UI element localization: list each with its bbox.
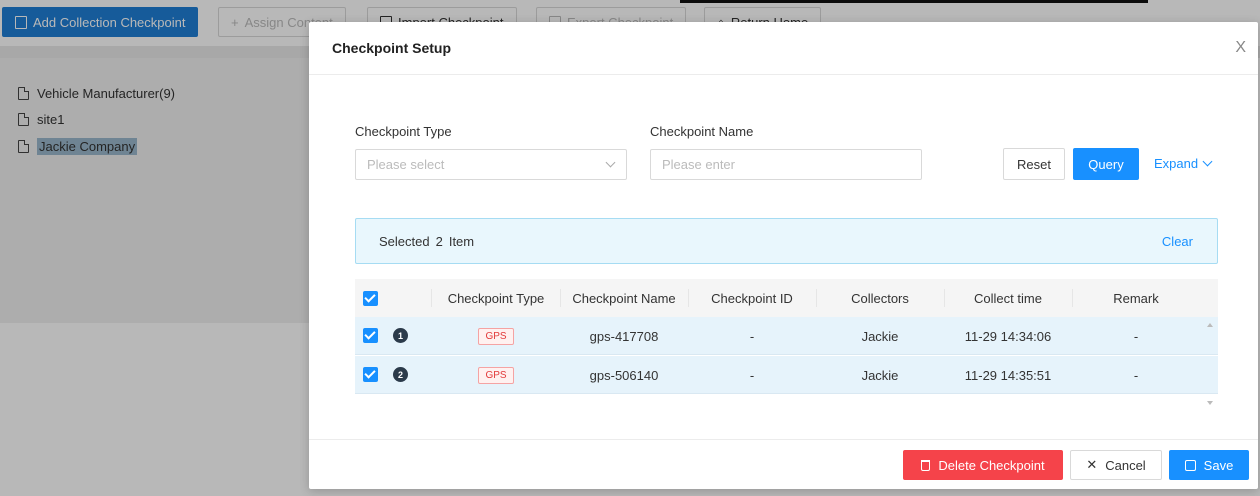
column-header-collect-time[interactable]: Collect time — [944, 279, 1072, 317]
cell-type: GPS — [432, 356, 560, 394]
scroll-up-arrow-icon[interactable] — [1207, 323, 1213, 327]
checkpoint-type-select[interactable]: Please select — [355, 149, 627, 180]
save-button[interactable]: Save — [1169, 450, 1249, 480]
cell-id: - — [749, 367, 755, 383]
expand-link[interactable]: Expand — [1154, 156, 1213, 171]
checkpoint-type-placeholder: Please select — [367, 157, 445, 172]
checkpoint-type-label: Checkpoint Type — [355, 124, 452, 139]
cell-collect-time: 11-29 14:35:51 — [964, 367, 1052, 383]
chevron-down-icon — [605, 157, 616, 168]
column-header-type[interactable]: Checkpoint Type — [432, 279, 560, 317]
checkpoint-name-label: Checkpoint Name — [650, 124, 754, 139]
checkpoint-setup-modal: Checkpoint Setup X Checkpoint Type Pleas… — [309, 22, 1258, 489]
trash-icon — [921, 459, 931, 471]
table-row[interactable]: 1 GPS gps-417708 - Jackie 11-29 14:34:06… — [355, 317, 1218, 355]
column-header-name[interactable]: Checkpoint Name — [560, 279, 688, 317]
query-button[interactable]: Query — [1073, 148, 1139, 180]
cell-remark: - — [1133, 328, 1139, 344]
reset-button[interactable]: Reset — [1003, 148, 1065, 180]
cell-collect-time: 11-29 14:34:06 — [964, 328, 1052, 344]
cell-remark: - — [1133, 367, 1139, 383]
row-index-badge: 2 — [393, 367, 408, 382]
column-header-id[interactable]: Checkpoint ID — [688, 279, 816, 317]
close-icon: ✕ — [1086, 457, 1098, 472]
cell-name: gps-417708 — [589, 328, 659, 344]
cell-collector: Jackie — [861, 328, 899, 344]
gps-tag: GPS — [478, 327, 514, 345]
scroll-down-arrow-icon[interactable] — [1207, 401, 1213, 405]
clear-selection-link[interactable]: Clear — [1162, 234, 1193, 249]
cell-name: gps-506140 — [589, 367, 659, 383]
column-header-remark[interactable]: Remark — [1072, 279, 1200, 317]
modal-title: Checkpoint Setup — [332, 40, 452, 56]
chevron-down-icon — [1202, 156, 1213, 167]
save-icon — [1184, 459, 1196, 471]
column-header-collectors[interactable]: Collectors — [816, 279, 944, 317]
row-checkbox[interactable] — [363, 328, 378, 343]
cancel-label: Cancel — [1105, 457, 1146, 473]
selection-alert: Selected 2 Item Clear — [355, 218, 1218, 264]
modal-footer: Delete Checkpoint ✕ Cancel Save — [309, 439, 1258, 489]
table-header: Checkpoint Type Checkpoint Name Checkpoi… — [355, 279, 1218, 317]
cell-type: GPS — [432, 317, 560, 355]
selected-count: 2 — [435, 234, 443, 249]
close-icon[interactable]: X — [1235, 39, 1246, 57]
row-index-badge: 1 — [393, 328, 408, 343]
cell-collector: Jackie — [861, 367, 899, 383]
delete-checkpoint-button[interactable]: Delete Checkpoint — [903, 450, 1063, 480]
selected-suffix: Item — [448, 234, 475, 249]
cancel-button[interactable]: ✕ Cancel — [1070, 450, 1162, 480]
select-all-checkbox[interactable] — [363, 291, 378, 306]
selected-prefix: Selected — [379, 234, 430, 249]
selection-summary: Selected 2 Item — [379, 234, 474, 249]
checkpoint-name-placeholder: Please enter — [662, 157, 735, 172]
modal-header: Checkpoint Setup X — [309, 22, 1258, 75]
table-row[interactable]: 2 GPS gps-506140 - Jackie 11-29 14:35:51… — [355, 356, 1218, 394]
gps-tag: GPS — [478, 366, 514, 384]
cell-id: - — [749, 328, 755, 344]
checkpoint-name-input[interactable]: Please enter — [650, 149, 922, 180]
delete-checkpoint-label: Delete Checkpoint — [938, 457, 1045, 473]
expand-label: Expand — [1154, 156, 1199, 171]
row-checkbox[interactable] — [363, 367, 378, 382]
save-label: Save — [1203, 457, 1234, 473]
